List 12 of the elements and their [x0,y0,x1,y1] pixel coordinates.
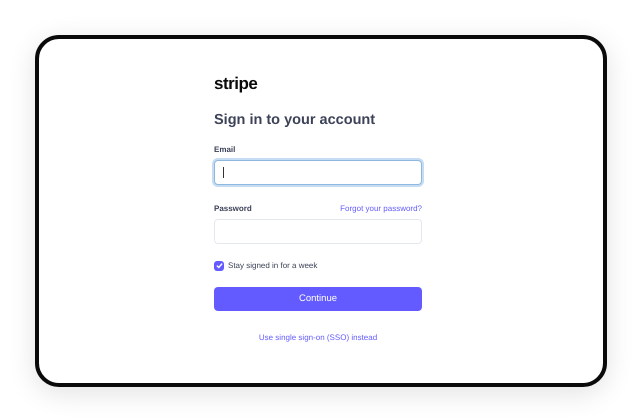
checkbox[interactable] [214,260,224,271]
page-title: Sign in to your account [214,111,376,130]
continue-button[interactable]: Continue [214,286,422,311]
email-field[interactable] [214,160,422,185]
password-field[interactable] [214,218,422,244]
field-label: Email [214,144,236,156]
logo: stripe [214,75,258,92]
checkbox-label: Stay signed in for a week [228,260,318,272]
sso-link[interactable]: Use single sign-on (SSO) instead [258,332,378,342]
forgot-password-link[interactable]: Forgot your password? [340,202,422,215]
text-cursor [223,166,224,178]
field-label: Password [214,202,252,215]
